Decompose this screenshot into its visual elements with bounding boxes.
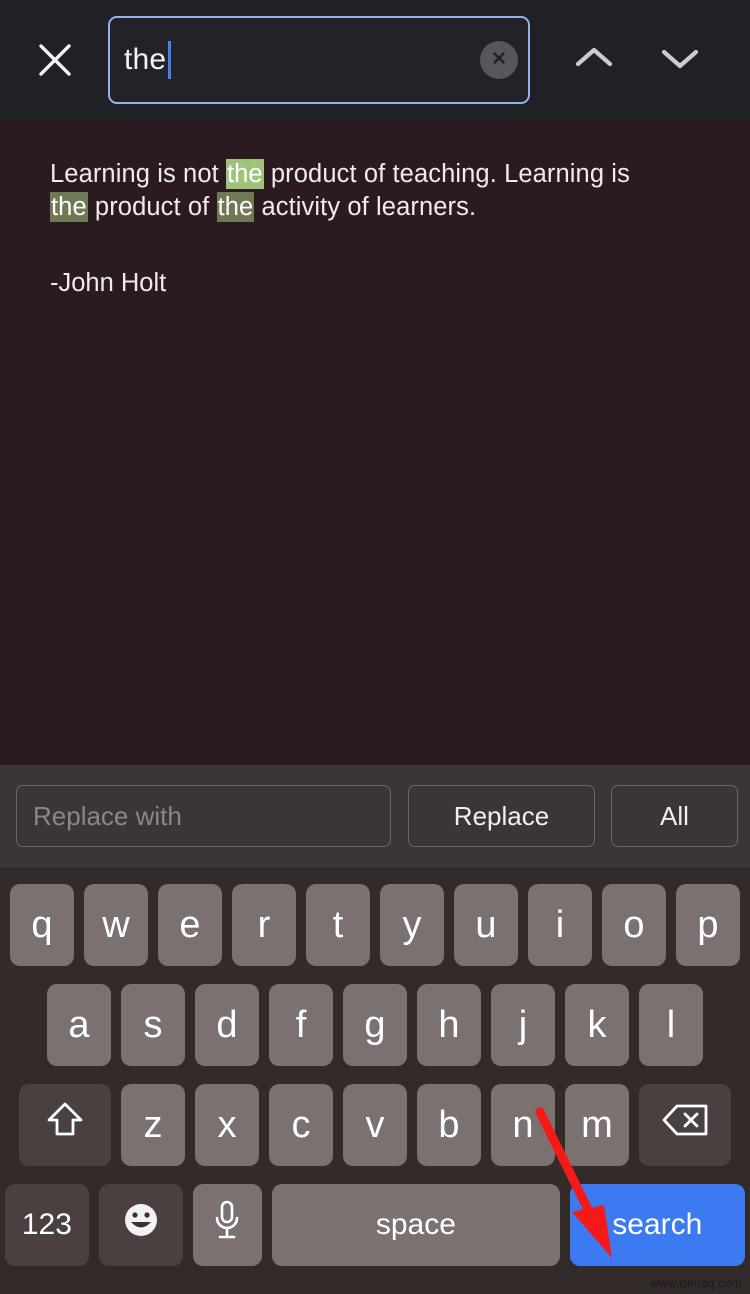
space-key[interactable]: space xyxy=(272,1184,560,1266)
key-d[interactable]: d xyxy=(195,984,259,1066)
emoji-key[interactable] xyxy=(98,1184,183,1266)
numeric-mode-key[interactable]: 123 xyxy=(5,1184,89,1266)
key-p[interactable]: p xyxy=(676,884,740,966)
key-x[interactable]: x xyxy=(195,1084,259,1166)
quote-fragment: product of teaching. Learning is xyxy=(263,160,630,188)
watermark-text: www.deuaq.com xyxy=(650,1276,742,1290)
clear-circle-x-icon xyxy=(489,48,509,73)
search-key[interactable]: search xyxy=(569,1184,745,1266)
key-w[interactable]: w xyxy=(84,884,148,966)
close-x-icon xyxy=(35,40,75,80)
key-m[interactable]: m xyxy=(565,1084,629,1166)
document-content: Learning is not the product of teaching.… xyxy=(0,120,750,765)
replace-all-button[interactable]: All xyxy=(611,785,738,847)
search-match-active: the xyxy=(225,159,264,189)
onscreen-keyboard: q w e r t y u i o p a s d f g h j k l z … xyxy=(0,867,750,1294)
find-replace-screen: th e Learning is not the product of teach… xyxy=(0,0,750,1294)
key-a[interactable]: a xyxy=(47,984,111,1066)
key-o[interactable]: o xyxy=(602,884,666,966)
key-v[interactable]: v xyxy=(343,1084,407,1166)
key-r[interactable]: r xyxy=(232,884,296,966)
replace-input-field[interactable]: Replace with xyxy=(16,785,391,847)
key-t[interactable]: t xyxy=(306,884,370,966)
close-find-button[interactable] xyxy=(24,29,86,91)
key-i[interactable]: i xyxy=(528,884,592,966)
search-match: the xyxy=(50,192,88,223)
previous-match-button[interactable] xyxy=(558,24,630,96)
replace-toolbar: Replace with Replace All xyxy=(0,765,750,867)
microphone-icon xyxy=(212,1198,242,1252)
quote-fragment: Learning is not xyxy=(50,160,226,188)
backspace-delete-icon xyxy=(661,1102,709,1148)
key-y[interactable]: y xyxy=(380,884,444,966)
keyboard-row-2: a s d f g h j k l xyxy=(0,975,750,1075)
find-toolbar: the xyxy=(0,0,750,120)
shift-arrow-up-icon xyxy=(45,1099,85,1151)
key-s[interactable]: s xyxy=(121,984,185,1066)
key-l[interactable]: l xyxy=(639,984,703,1066)
key-u[interactable]: u xyxy=(454,884,518,966)
chevron-up-icon xyxy=(573,44,615,77)
key-n[interactable]: n xyxy=(491,1084,555,1166)
find-input-value: the xyxy=(124,43,167,76)
key-f[interactable]: f xyxy=(269,984,333,1066)
keyboard-row-4: 123 space search xyxy=(0,1175,750,1275)
quote-fragment: product of xyxy=(87,193,217,222)
key-g[interactable]: g xyxy=(343,984,407,1066)
key-z[interactable]: z xyxy=(121,1084,185,1166)
key-q[interactable]: q xyxy=(10,884,74,966)
emoji-smiley-icon xyxy=(120,1199,162,1251)
key-c[interactable]: c xyxy=(269,1084,333,1166)
key-k[interactable]: k xyxy=(565,984,629,1066)
quote-text: Learning is not the product of teaching.… xyxy=(50,158,650,224)
quote-fragment: activity of learners. xyxy=(254,193,477,222)
key-h[interactable]: h xyxy=(417,984,481,1066)
voice-input-key[interactable] xyxy=(192,1184,263,1266)
text-cursor xyxy=(168,41,171,79)
key-b[interactable]: b xyxy=(417,1084,481,1166)
find-input-field[interactable]: the xyxy=(108,16,530,104)
replace-input-placeholder: Replace with xyxy=(33,800,182,831)
backspace-key[interactable] xyxy=(639,1084,731,1166)
quote-attribution: -John Holt xyxy=(50,269,167,298)
key-e[interactable]: e xyxy=(158,884,222,966)
replace-button[interactable]: Replace xyxy=(408,785,595,847)
key-j[interactable]: j xyxy=(491,984,555,1066)
next-match-button[interactable] xyxy=(644,24,716,96)
search-match: the xyxy=(216,192,255,223)
keyboard-row-1: q w e r t y u i o p xyxy=(0,875,750,975)
shift-key[interactable] xyxy=(19,1084,111,1166)
clear-search-button[interactable] xyxy=(480,41,518,79)
chevron-down-icon xyxy=(659,44,701,77)
keyboard-row-3: z x c v b n m xyxy=(0,1075,750,1175)
